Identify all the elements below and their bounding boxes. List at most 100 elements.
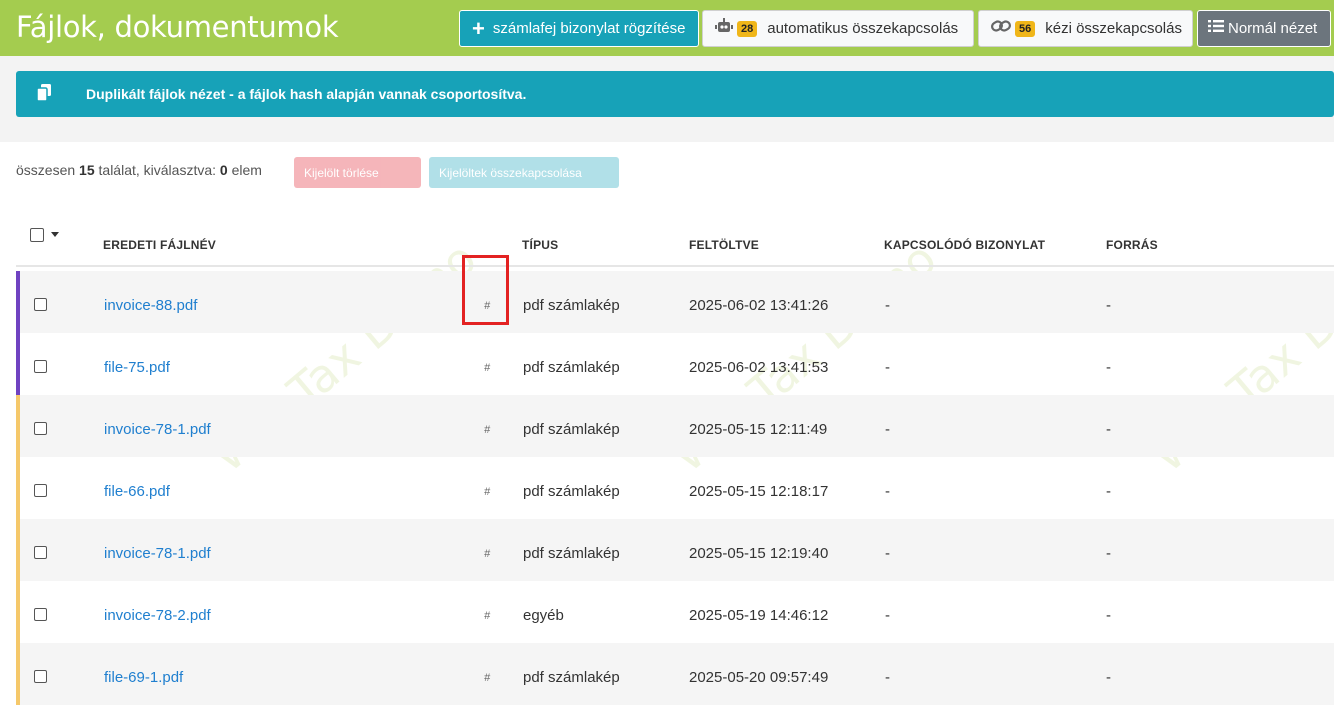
column-source[interactable]: FORRÁS [1106,238,1158,252]
link-icon [991,18,1011,39]
group-color-bar [16,395,20,457]
file-type: pdf számlakép [523,359,620,376]
copy-icon [36,84,52,105]
table-row: invoice-78-1.pdf # pdf számlakép 2025-05-15… [16,395,1334,457]
plus-icon: + [472,15,485,41]
related-document: - [885,669,890,686]
column-related[interactable]: KAPCSOLÓDÓ BIZONYLAT [884,238,1045,252]
summary-prefix: összesen [16,162,76,178]
row-checkbox[interactable] [34,422,47,435]
delete-selected-button[interactable]: Kijelölt törlése [294,157,421,188]
link-selected-label: Kijelöltek összekapcsolása [439,165,582,180]
table-row: file-75.pdf # pdf számlakép 2025-06-02 13:4… [16,333,1334,395]
column-filename[interactable]: EREDETI FÁJLNÉV [103,238,216,252]
summary-suffix: elem [231,162,262,178]
table-header: EREDETI FÁJLNÉV TÍPUS FELTÖLTVE KAPCSOLÓ… [16,224,1334,267]
upload-date: 2025-06-02 13:41:26 [689,297,829,314]
row-checkbox[interactable] [34,608,47,621]
source: - [1106,545,1111,562]
auto-link-button[interactable]: 28 automatikus összekapcsolás [702,10,974,47]
source: - [1106,297,1111,314]
select-all-checkbox[interactable] [30,228,44,242]
add-invoice-header-label: számlafej bizonylat rögzítése [492,20,686,37]
hash-icon[interactable]: # [484,672,490,684]
hash-icon[interactable]: # [484,548,490,560]
source: - [1106,421,1111,438]
auto-link-count-badge: 28 [737,20,758,37]
alert-text: Duplikált fájlok nézet - a fájlok hash a… [86,86,527,102]
link-selected-button[interactable]: Kijelöltek összekapcsolása [429,157,619,188]
group-color-bar [16,333,20,395]
hash-icon[interactable]: # [484,486,490,498]
row-checkbox[interactable] [34,360,47,373]
group-color-bar [16,581,20,643]
group-color-bar [16,643,20,705]
table-row: invoice-78-1.pdf # pdf számlakép 2025-05-15… [16,519,1334,581]
add-invoice-header-button[interactable]: + számlafej bizonylat rögzítése [459,10,699,47]
filename-link[interactable]: file-69-1.pdf [104,669,183,686]
chevron-down-icon[interactable] [51,232,59,237]
hash-icon[interactable]: # [484,362,490,374]
normal-view-label: Normál nézet [1228,20,1318,37]
upload-date: 2025-06-02 13:41:53 [689,359,829,376]
list-icon [1208,19,1224,38]
manual-link-button[interactable]: 56 kézi összekapcsolás [978,10,1193,47]
filename-link[interactable]: invoice-88.pdf [104,297,197,314]
result-summary: összesen 15 találat, kiválasztva: 0 elem [16,162,262,178]
file-type: pdf számlakép [523,669,620,686]
table-row: invoice-88.pdf # pdf számlakép 2025-06-02 1… [16,271,1334,333]
page-title: Fájlok, dokumentumok [16,10,339,44]
column-uploaded[interactable]: FELTÖLTVE [689,238,759,252]
summary-total: 15 [79,162,95,178]
manual-link-label: kézi összekapcsolás [1045,20,1182,37]
related-document: - [885,607,890,624]
column-type[interactable]: TÍPUS [522,238,558,252]
filename-link[interactable]: file-66.pdf [104,483,170,500]
row-checkbox[interactable] [34,670,47,683]
related-document: - [885,545,890,562]
upload-date: 2025-05-19 14:46:12 [689,607,829,624]
hash-icon[interactable]: # [484,300,490,312]
source: - [1106,607,1111,624]
table-row: file-66.pdf # pdf számlakép 2025-05-15 12:1… [16,457,1334,519]
hash-icon[interactable]: # [484,424,490,436]
source: - [1106,669,1111,686]
row-checkbox[interactable] [34,298,47,311]
source: - [1106,483,1111,500]
source: - [1106,359,1111,376]
auto-link-label: automatikus összekapcsolás [767,20,959,37]
filename-link[interactable]: invoice-78-2.pdf [104,607,211,624]
group-color-bar [16,519,20,581]
related-document: - [885,359,890,376]
row-checkbox[interactable] [34,546,47,559]
duplicate-view-alert: Duplikált fájlok nézet - a fájlok hash a… [16,71,1334,117]
group-color-bar [16,457,20,519]
filename-link[interactable]: invoice-78-1.pdf [104,545,211,562]
related-document: - [885,421,890,438]
delete-selected-label: Kijelölt törlése [304,165,379,180]
filename-link[interactable]: file-75.pdf [104,359,170,376]
related-document: - [885,483,890,500]
page-header: Fájlok, dokumentumok + számlafej bizonyl… [0,0,1334,56]
normal-view-button[interactable]: Normál nézet [1197,10,1331,47]
row-checkbox[interactable] [34,484,47,497]
group-color-bar [16,271,20,333]
file-type: pdf számlakép [523,297,620,314]
related-document: - [885,297,890,314]
manual-link-count-badge: 56 [1015,20,1036,37]
hash-icon[interactable]: # [484,610,490,622]
summary-selected: 0 [219,162,228,178]
table-row: file-69-1.pdf # pdf számlakép 2025-05-20 09… [16,643,1334,705]
upload-date: 2025-05-15 12:18:17 [689,483,829,500]
file-type: pdf számlakép [523,483,620,500]
robot-icon [715,18,733,39]
upload-date: 2025-05-15 12:19:40 [689,545,829,562]
file-type: pdf számlakép [523,421,620,438]
file-type: egyéb [523,607,564,624]
upload-date: 2025-05-15 12:11:49 [689,421,828,438]
file-type: pdf számlakép [523,545,620,562]
upload-date: 2025-05-20 09:57:49 [689,669,829,686]
table-row: invoice-78-2.pdf # egyéb 2025-05-19 14:46:1… [16,581,1334,643]
summary-middle: találat, kiválasztva: [98,162,217,178]
filename-link[interactable]: invoice-78-1.pdf [104,421,211,438]
